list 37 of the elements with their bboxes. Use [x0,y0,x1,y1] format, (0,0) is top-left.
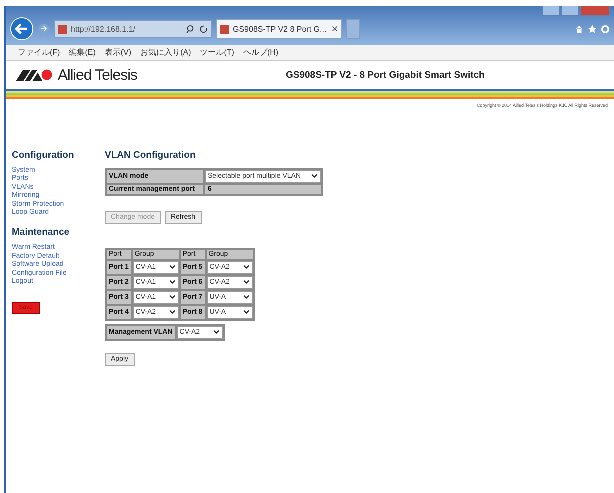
home-icon[interactable] [575,24,584,34]
menu-item[interactable]: お気に入り(A) [140,47,192,58]
caret-icon [242,265,250,270]
caret-icon [242,310,250,315]
back-button[interactable] [10,17,34,41]
page-title: GS908S-TP V2 - 8 Port Gigabit Smart Switch [286,70,485,80]
refresh-icon[interactable] [199,24,208,34]
browser-tab[interactable]: GS908S-TP V2 8 Port G... [216,19,342,39]
caret-icon [168,280,176,285]
address-text: http://192.168.1.1/ [71,24,136,34]
forward-button[interactable] [38,23,50,35]
caret-icon [212,330,220,335]
section-heading: Maintenance [12,227,70,238]
minimize-button[interactable] [542,6,560,16]
section-heading: Configuration [12,150,74,161]
menu-item[interactable]: 表示(V) [104,47,132,58]
star-icon[interactable] [588,24,597,34]
page-icon [58,24,67,34]
menu-item[interactable]: 編集(E) [69,47,96,58]
caret-icon [168,295,176,300]
caret-icon [242,295,250,300]
section-title: VLAN Configuration [105,150,196,161]
menu-item[interactable]: ツール(T) [200,47,234,58]
caret-icon [311,174,318,179]
page-icon [220,24,229,34]
search-icon[interactable] [186,24,195,34]
brand-name: Allied Telesis [58,66,138,84]
caret-icon [168,310,176,315]
logo-icon [16,69,54,81]
settings-icon[interactable] [601,24,610,34]
menu-item[interactable]: ファイル(F) [18,47,60,58]
caret-icon [168,265,176,270]
caret-icon [242,280,250,285]
maximize-button[interactable] [561,6,579,16]
address-bar[interactable]: http://192.168.1.1/ [54,20,212,38]
close-icon[interactable] [332,26,338,32]
menu-item[interactable]: ヘルプ(H) [243,47,279,58]
